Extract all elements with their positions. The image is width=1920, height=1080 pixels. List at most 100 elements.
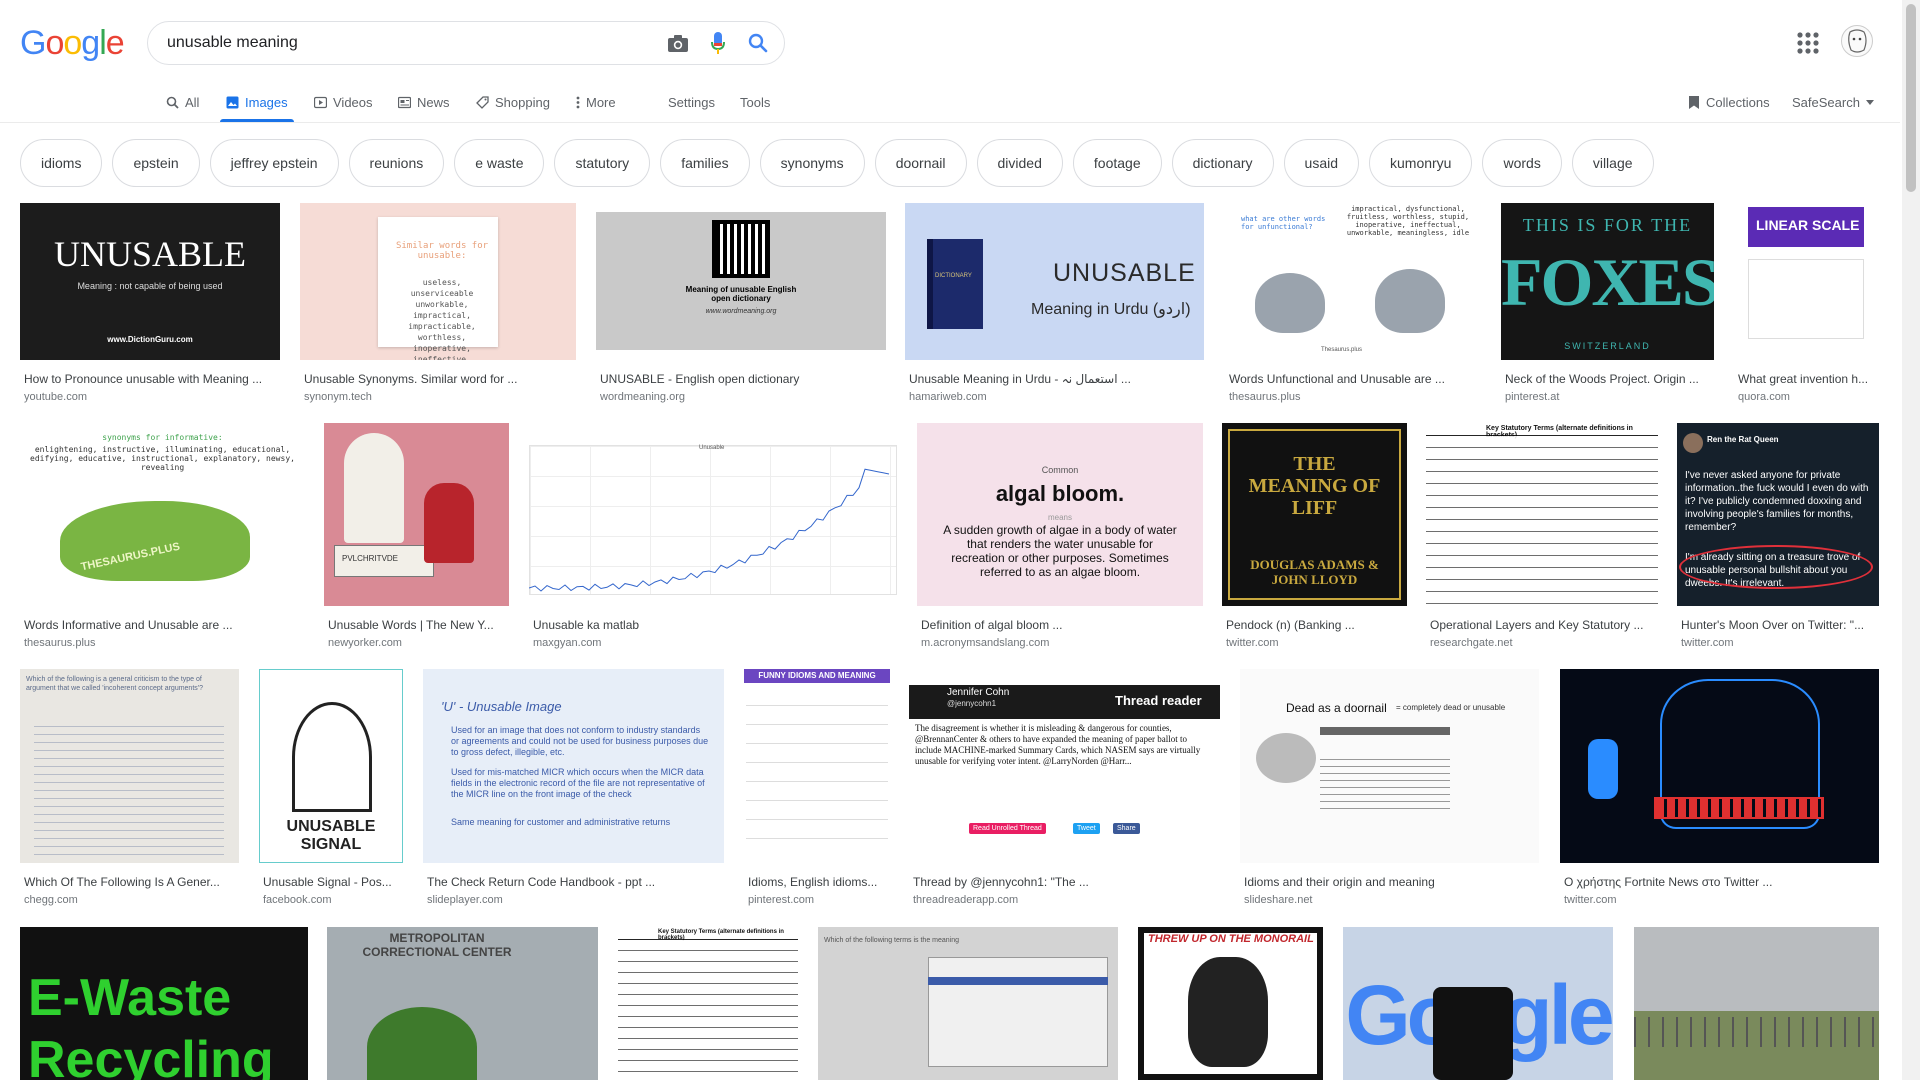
result-title[interactable]: UNUSABLE - English open dictionary — [600, 372, 886, 386]
result-thumbnail[interactable]: Meaning of unusable English open diction… — [596, 203, 886, 360]
related-search-chip[interactable]: jeffrey epstein — [209, 139, 339, 187]
result-title[interactable]: Hunter's Moon Over on Twitter: "... — [1681, 618, 1879, 632]
result-thumbnail[interactable]: Jennifer Cohn @jennycohn1 Thread reader The… — [909, 669, 1220, 863]
related-search-chip[interactable]: village — [1571, 139, 1654, 187]
scrollbar-thumb[interactable] — [1906, 4, 1916, 192]
related-search-chip[interactable]: usaid — [1283, 139, 1359, 187]
result-thumbnail[interactable]: Key Statutory Terms (alternate definitio… — [1426, 423, 1658, 606]
result-source: thesaurus.plus — [1229, 391, 1301, 403]
tab-label: Tools — [740, 94, 771, 110]
tab-more[interactable]: More — [576, 82, 616, 122]
result-title[interactable]: Operational Layers and Key Statutory ... — [1430, 618, 1658, 632]
collections-link[interactable]: Collections — [1688, 82, 1770, 122]
avatar[interactable] — [1841, 25, 1873, 57]
result-thumbnail[interactable] — [1560, 669, 1879, 863]
progress-bar — [1654, 797, 1824, 819]
result-title[interactable]: Pendock (n) (Banking ... — [1226, 618, 1407, 632]
thumb-footer: Common — [1041, 465, 1079, 475]
related-search-chip[interactable]: doornail — [874, 139, 967, 187]
result-thumbnail[interactable]: THE MEANING OF LIFF DOUGLAS ADAMS & JOHN … — [1222, 423, 1407, 606]
result-thumbnail[interactable]: E-Waste Recycling — [20, 927, 308, 1080]
apps-grid-icon[interactable] — [1795, 30, 1821, 56]
camera-icon[interactable] — [658, 23, 698, 63]
result-title[interactable]: Idioms, English idioms... — [748, 875, 890, 889]
related-search-chip[interactable]: families — [660, 139, 750, 187]
tab-settings[interactable]: Settings — [668, 82, 715, 122]
related-search-chip[interactable]: divided — [976, 139, 1063, 187]
result-thumbnail[interactable] — [1634, 927, 1879, 1080]
tag-icon — [476, 95, 489, 109]
result-title[interactable]: How to Pronounce unusable with Meaning .… — [24, 372, 280, 386]
result-title[interactable]: Neck of the Woods Project. Origin ... — [1505, 372, 1714, 386]
related-search-chip[interactable]: kumonryu — [1369, 139, 1473, 187]
result-title[interactable]: The Check Return Code Handbook - ppt ... — [427, 875, 724, 889]
related-search-chip[interactable]: footage — [1072, 139, 1162, 187]
related-search-chip[interactable]: reunions — [348, 139, 445, 187]
related-search-chip[interactable]: epstein — [112, 139, 200, 187]
result-thumbnail[interactable]: Which of the following is a general crit… — [20, 669, 239, 863]
search-icon[interactable] — [738, 23, 778, 63]
result-thumbnail[interactable]: UNUSABLE SIGNAL — [259, 669, 403, 863]
tab-images[interactable]: Images — [220, 82, 294, 122]
result-thumbnail[interactable]: Key Statutory Terms (alternate definitio… — [618, 927, 798, 1080]
result-thumbnail[interactable]: synonyms for informative: enlightening, i… — [20, 423, 305, 606]
result-title[interactable]: Ο χρήστης Fortnite News στο Twitter ... — [1564, 875, 1879, 889]
result-thumbnail[interactable]: LINEAR SCALE — [1734, 203, 1879, 360]
result-thumbnail[interactable]: Dead as a doornail = completely dead or u… — [1240, 669, 1539, 863]
qr-code-icon — [712, 220, 770, 278]
result-thumbnail[interactable]: METROPOLITAN CORRECTIONAL CENTER — [327, 927, 598, 1080]
result-thumbnail[interactable]: Common algal bloom. means A sudden growth o… — [917, 423, 1203, 606]
related-search-chip[interactable]: words — [1482, 139, 1562, 187]
logo-letter: o — [45, 24, 64, 62]
result-thumbnail[interactable]: Which of the following terms is the mean… — [818, 927, 1118, 1080]
search-input[interactable]: unusable meaning — [167, 34, 658, 52]
related-search-chip[interactable]: statutory — [554, 139, 651, 187]
result-thumbnail[interactable]: Similar words for unusable: useless, unse… — [300, 203, 576, 360]
related-search-chip[interactable]: e waste — [454, 139, 545, 187]
more-vert-icon — [576, 96, 580, 108]
result-thumbnail[interactable]: Unusable — [529, 423, 897, 606]
thumb-subtitle: useless, unserviceable unworkable, impra… — [408, 278, 476, 360]
result-thumbnail[interactable]: UNUSABLE Meaning : not capable of being u… — [20, 203, 280, 360]
result-title[interactable]: Definition of algal bloom ... — [921, 618, 1203, 632]
result-thumbnail[interactable]: PVLCHRITVDE — [324, 423, 509, 606]
result-title[interactable]: Unusable ka matlab — [533, 618, 897, 632]
related-search-chip[interactable]: idioms — [20, 139, 103, 187]
result-title[interactable]: Which Of The Following Is A Gener... — [24, 875, 239, 889]
result-title[interactable]: What great invention h... — [1738, 372, 1879, 386]
result-title[interactable]: Thread by @jennycohn1: "The ... — [913, 875, 1220, 889]
result-thumbnail[interactable]: FUNNY IDIOMS AND MEANING — [744, 669, 890, 863]
result-title[interactable]: Words Unfunctional and Unusable are ... — [1229, 372, 1481, 386]
person-icon — [424, 483, 474, 563]
result-title[interactable]: Unusable Meaning in Urdu - استعمال نہ ..… — [909, 372, 1204, 386]
result-title[interactable]: Unusable Words | The New Y... — [328, 618, 509, 632]
tab-tools[interactable]: Tools — [740, 82, 770, 122]
result-thumbnail[interactable]: 'U' - Unusable Image Used for an image th… — [423, 669, 724, 863]
tab-videos[interactable]: Videos — [314, 82, 373, 122]
result-thumbnail[interactable]: DICTIONARY UNUSABLE Meaning in Urdu (اردو) — [905, 203, 1204, 360]
tab-all[interactable]: All — [166, 82, 199, 122]
safesearch-dropdown[interactable]: SafeSearch — [1792, 82, 1874, 122]
result-thumbnail[interactable]: what are other words for unfunctional? im… — [1225, 203, 1481, 360]
microphone-icon[interactable] — [698, 23, 738, 63]
result-thumbnail[interactable]: THIS IS FOR THE FOXES SWITZERLAND — [1501, 203, 1714, 360]
scrollbar[interactable] — [1902, 0, 1920, 1080]
result-title[interactable]: Unusable Synonyms. Similar word for ... — [304, 372, 576, 386]
tab-label: Images — [245, 94, 288, 110]
result-thumbnail[interactable]: THREW UP ON THE MONORAIL — [1138, 927, 1323, 1080]
tab-label: Shopping — [495, 94, 550, 110]
thumb-footer: DICTIONARY — [935, 273, 972, 279]
tab-news[interactable]: News — [398, 82, 450, 122]
google-logo[interactable]: Google — [20, 24, 125, 63]
result-thumbnail[interactable]: Ren the Rat Queen I've never asked anyone… — [1677, 423, 1879, 606]
result-title[interactable]: Unusable Signal - Pos... — [263, 875, 403, 889]
tab-shopping[interactable]: Shopping — [476, 82, 550, 122]
statue-icon — [344, 433, 404, 543]
related-search-chip[interactable]: synonyms — [759, 139, 865, 187]
result-source: quora.com — [1738, 391, 1790, 403]
result-title[interactable]: Words Informative and Unusable are ... — [24, 618, 305, 632]
result-thumbnail[interactable]: Google — [1343, 927, 1613, 1080]
search-box: unusable meaning — [147, 21, 785, 65]
related-search-chip[interactable]: dictionary — [1171, 139, 1274, 187]
result-title[interactable]: Idioms and their origin and meaning — [1244, 875, 1539, 889]
